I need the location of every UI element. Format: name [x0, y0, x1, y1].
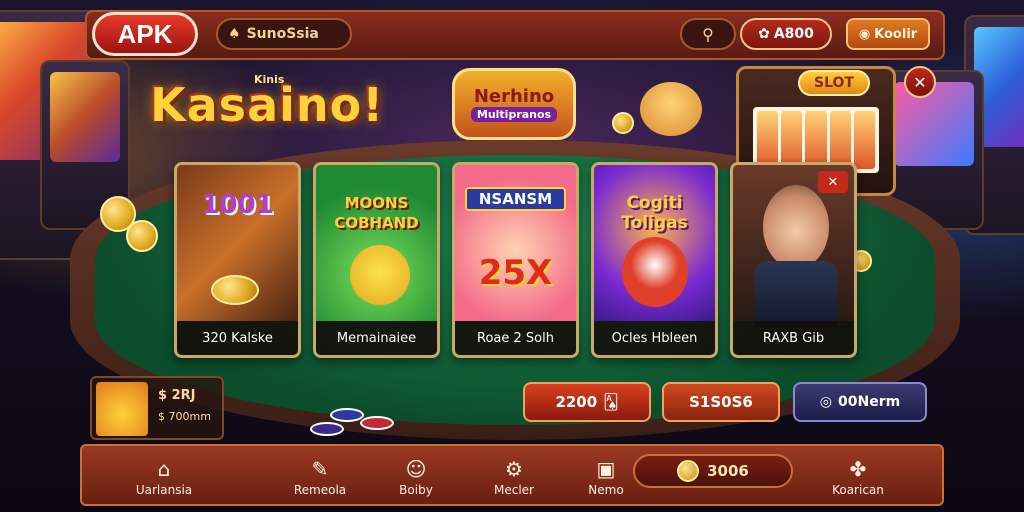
bear-character — [622, 237, 688, 307]
brand-pill[interactable]: ♠ SunoSsia — [216, 18, 352, 50]
nav-label: Mecler — [494, 482, 534, 497]
login-label: Koolir — [874, 26, 918, 42]
game-cards: 1001 320 Kalske MOONS COBHAND Memainaiee… — [174, 162, 857, 358]
card-multiplier: 25X — [478, 253, 553, 293]
pencil-icon: ✎ — [311, 456, 329, 481]
bet-left-value: 2200 — [555, 393, 598, 411]
nav-coin-balance[interactable]: 3006 — [633, 454, 793, 488]
coin-icon — [677, 460, 700, 482]
bet-button-mid[interactable]: S1S0S6 — [662, 382, 780, 422]
card-title: NSANSM — [465, 187, 566, 211]
target-icon: ◎ — [819, 394, 833, 410]
nav-label: Nemo — [588, 482, 624, 497]
promo-value-2: $ 700mm — [158, 410, 211, 423]
card-caption: Ocles Hbleen — [594, 321, 715, 355]
coin-icon: ✿ — [758, 26, 770, 42]
home-icon: ⌂ — [157, 456, 171, 481]
apk-badge[interactable]: APK — [92, 12, 198, 56]
gear-icon: ⚙ — [505, 456, 523, 481]
card-caption: Memainaiee — [316, 321, 437, 355]
character-suit — [755, 261, 837, 327]
poker-chip — [310, 422, 344, 436]
nav-item-boiby[interactable]: ☺ Boiby — [366, 452, 466, 502]
card-caption: Roae 2 Solh — [455, 321, 576, 355]
game-card[interactable]: 1001 320 Kalske — [174, 162, 301, 358]
card-caption: RAXB Gib — [733, 321, 854, 355]
nav-label: Boiby — [399, 482, 433, 497]
promo-value-1: $ 2RJ — [158, 388, 196, 403]
coin-decor — [211, 275, 259, 305]
card-title: 1001 — [201, 190, 274, 220]
close-icon: ✕ — [827, 174, 839, 190]
clover-icon: ✤ — [849, 456, 867, 481]
poker-chip — [330, 408, 364, 422]
nav-item-home[interactable]: ⌂ Uarlansia — [114, 452, 214, 502]
top-menu-button[interactable]: ⚲ — [680, 18, 736, 50]
bet-button-right[interactable]: ◎ 00Nerm — [793, 382, 927, 422]
coin-decor — [612, 112, 634, 134]
card-title: MOONS COBHAND — [334, 194, 419, 232]
menu-icon: ⚲ — [702, 24, 714, 44]
card-icon: 🂡 — [603, 393, 619, 411]
apk-label: APK — [117, 18, 173, 49]
game-card[interactable]: Cogiti Toligas Ocles Hbleen — [591, 162, 718, 358]
coin-decor — [126, 220, 158, 252]
card-title: Cogiti Toligas — [621, 193, 688, 233]
close-button[interactable]: ✕ — [904, 66, 936, 98]
brand-label: SunoSsia — [246, 26, 319, 42]
nav-label: Koarican — [832, 482, 884, 497]
bet-mid-value: S1S0S6 — [689, 393, 753, 411]
nav-item-koarican[interactable]: ✤ Koarican — [808, 452, 908, 502]
game-card[interactable]: MOONS COBHAND Memainaiee — [313, 162, 440, 358]
poker-chip — [360, 416, 394, 430]
nav-label: Uarlansia — [135, 482, 193, 497]
login-button[interactable]: ◉ Koolir — [846, 18, 930, 50]
nav-label: Remeola — [293, 482, 347, 497]
spade-icon: ♠ — [228, 26, 241, 42]
nav-item-mecler[interactable]: ⚙ Mecler — [464, 452, 564, 502]
balance-pill[interactable]: ✿ A800 — [740, 18, 832, 50]
game-card[interactable]: ✕ RAXB Gib — [730, 162, 857, 358]
nav-item-remeola[interactable]: ✎ Remeola — [270, 452, 370, 502]
bear-mascot — [640, 82, 702, 136]
card-caption: 320 Kalske — [177, 321, 298, 355]
balance-value: A800 — [773, 26, 814, 42]
character-portrait — [763, 185, 829, 269]
slot-label: SLOT — [798, 70, 870, 96]
card-close-button[interactable]: ✕ — [818, 171, 848, 193]
center-badge-title: Nerhino — [473, 86, 555, 107]
chat-icon: ▣ — [596, 456, 616, 481]
bet-button-left[interactable]: 2200 🂡 — [523, 382, 651, 422]
bet-right-value: 00Nerm — [838, 394, 901, 410]
promo-box[interactable]: $ 2RJ $ 700mm — [90, 376, 224, 440]
center-game-badge[interactable]: Nerhino Multipranos — [452, 68, 576, 140]
close-icon: ✕ — [913, 72, 927, 92]
game-card[interactable]: NSANSM 25X Roae 2 Solh — [452, 162, 579, 358]
promo-avatar — [96, 382, 148, 436]
face-icon: ☺ — [405, 456, 427, 481]
nav-coin-value: 3006 — [707, 462, 749, 480]
mascot-face — [350, 245, 410, 305]
logo-main: Kasaino! — [150, 78, 385, 132]
account-icon: ◉ — [858, 26, 871, 42]
center-badge-subtitle: Multipranos — [470, 107, 558, 122]
